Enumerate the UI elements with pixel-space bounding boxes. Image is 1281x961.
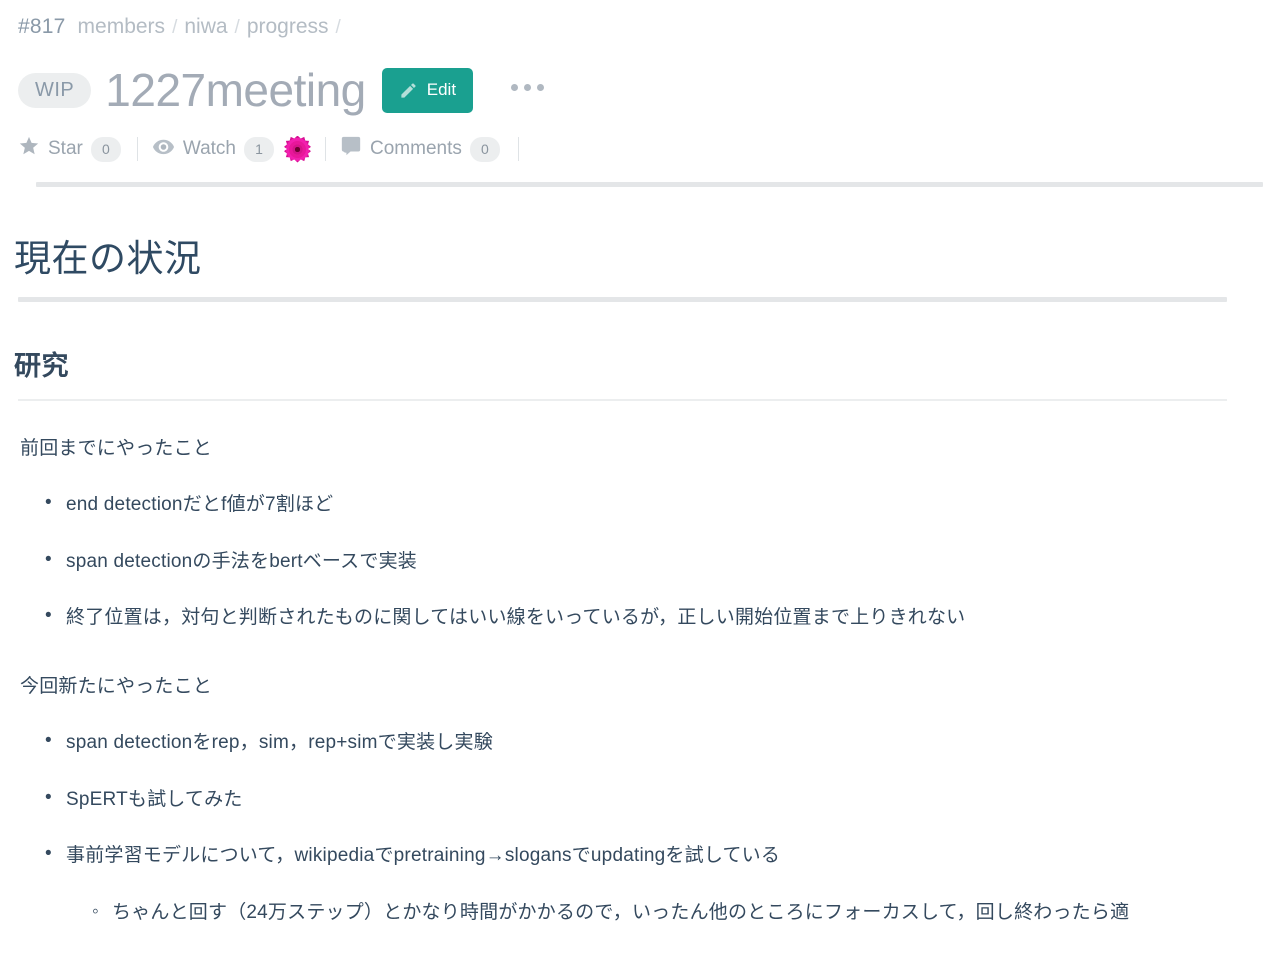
watch-count: 1 <box>244 136 274 162</box>
breadcrumb-item-members[interactable]: members <box>78 14 166 39</box>
meta-divider <box>517 137 519 161</box>
paragraph-new-work: 今回新たにやったこと <box>20 675 213 697</box>
star-count: 0 <box>90 136 121 162</box>
page-content: 現在の状況 研究 前回までにやったこと end detectionだとf値が7割… <box>0 237 1281 927</box>
breadcrumb: #817 members / niwa / progress / <box>18 14 1263 48</box>
breadcrumb-separator: / <box>335 17 341 38</box>
page-title: 1227meeting <box>105 64 366 116</box>
breadcrumb-list: members / niwa / progress / <box>78 14 341 40</box>
pencil-icon <box>399 81 418 100</box>
list-item: 事前学習モデルについて，wikipediaでpretraining→slogan… <box>45 840 1263 928</box>
eye-icon <box>152 135 175 164</box>
meta-divider <box>325 137 326 161</box>
header-divider <box>36 182 1263 187</box>
title-row: WIP 1227meeting Edit <box>18 62 1263 118</box>
comments-label: Comments <box>370 138 462 159</box>
nested-list: ちゃんと回す（24万ステップ）とかなり時間がかかるので，いったん他のところにフォ… <box>66 898 1263 928</box>
breadcrumb-item-progress[interactable]: progress <box>247 14 329 39</box>
list-item: SpERTも試してみた <box>45 784 1263 815</box>
watch-label: Watch <box>182 138 236 159</box>
watch-button[interactable]: Watch 1 <box>152 135 280 164</box>
star-icon <box>18 135 40 163</box>
more-options-button[interactable] <box>503 83 552 97</box>
star-button[interactable]: Star 0 <box>18 135 135 163</box>
breadcrumb-item-niwa[interactable]: niwa <box>184 14 227 39</box>
dot-icon <box>537 83 545 91</box>
list-item: 終了位置は，対句と判断されたものに関してはいい線をいっているが，正しい開始位置ま… <box>45 602 1263 633</box>
dot-icon <box>524 83 532 91</box>
breadcrumb-separator: / <box>172 17 178 38</box>
list-item-text: 事前学習モデルについて，wikipediaでpretraining→slogan… <box>66 845 781 867</box>
meta-divider <box>136 137 138 161</box>
comments-button[interactable]: Comments 0 <box>340 135 514 163</box>
list-item: end detectionだとf値が7割ほど <box>45 489 1263 520</box>
subsection-divider <box>18 398 1227 401</box>
list-new-work: span detectionをrep，sim，rep+simで実装し実験 SpE… <box>14 727 1263 928</box>
subsection-heading-research: 研究 <box>14 351 69 382</box>
star-label: Star <box>48 138 83 159</box>
avatar[interactable] <box>284 135 311 163</box>
list-previous-work: end detectionだとf値が7割ほど span detectionの手法… <box>14 489 1263 633</box>
page-header: #817 members / niwa / progress / WIP 122… <box>0 0 1281 187</box>
section-heading-current-status: 現在の状況 <box>14 238 202 279</box>
list-item: span detectionの手法をbertベースで実装 <box>45 546 1263 577</box>
status-badge: WIP <box>18 72 92 108</box>
page-id: #817 <box>18 15 66 38</box>
comments-count: 0 <box>469 136 500 162</box>
comment-bubble-icon <box>340 135 362 163</box>
edit-button[interactable]: Edit <box>381 67 474 113</box>
list-item: span detectionをrep，sim，rep+simで実装し実験 <box>45 727 1263 758</box>
section-divider <box>18 297 1227 303</box>
paragraph-previous-work: 前回までにやったこと <box>20 437 213 459</box>
dot-icon <box>511 83 519 91</box>
nested-list-item: ちゃんと回す（24万ステップ）とかなり時間がかかるので，いったん他のところにフォ… <box>92 898 1263 928</box>
breadcrumb-separator: / <box>234 17 240 38</box>
edit-button-label: Edit <box>426 80 457 99</box>
page-meta-row: Star 0 Watch 1 Comments 0 <box>18 132 1263 166</box>
